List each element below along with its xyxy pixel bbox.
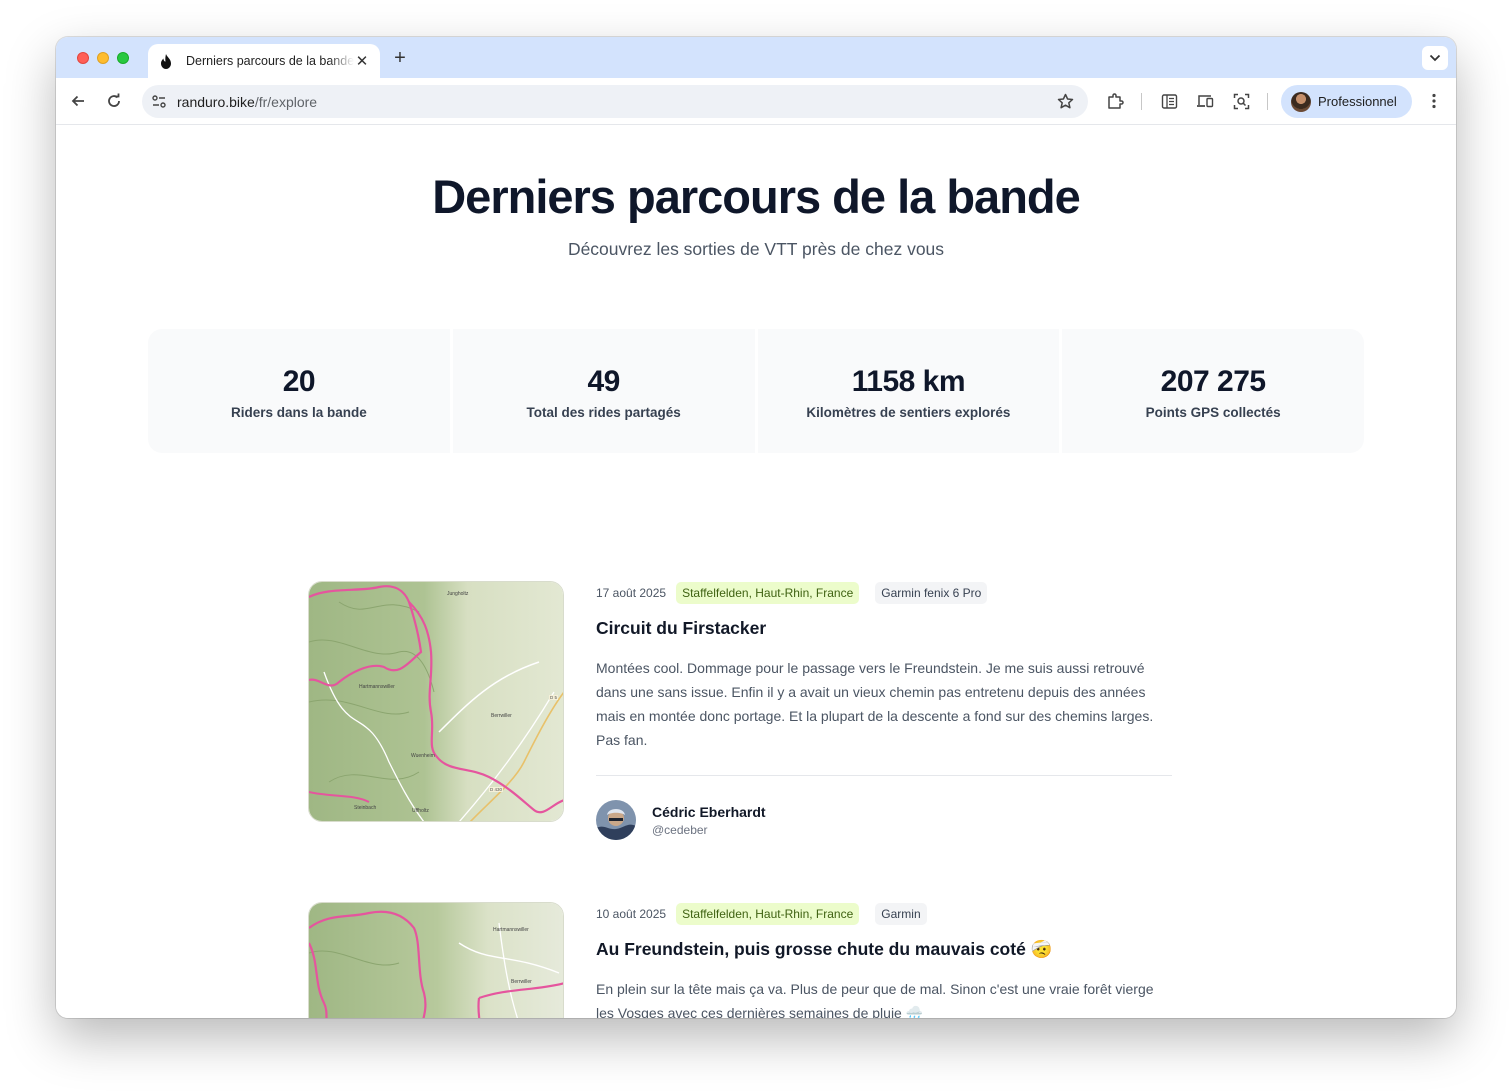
author-handle: @cedeber xyxy=(652,822,708,837)
stat-kilometers: 1158 km Kilomètres de sentiers explorés xyxy=(757,329,1060,453)
lens-button[interactable] xyxy=(1230,90,1252,112)
ride-date: 17 août 2025 xyxy=(596,586,667,600)
map-label: Wuenheim xyxy=(411,753,435,759)
stats-panel: 20 Riders dans la bande 49 Total des rid… xyxy=(148,329,1364,453)
url-host: randuro.bike xyxy=(177,93,255,110)
url-text: randuro.bike/fr/explore xyxy=(177,94,317,110)
map-label: Hartmannswiller xyxy=(359,684,395,690)
location-badge: Staffelfelden, Haut-Rhin, France xyxy=(676,582,860,604)
browser-menu-button[interactable] xyxy=(1423,90,1445,112)
avatar xyxy=(596,800,636,840)
reading-list-button[interactable] xyxy=(1158,90,1180,112)
stat-label: Points GPS collectés xyxy=(1145,404,1281,420)
toolbar-separator xyxy=(1141,93,1142,110)
stat-value: 1158 km xyxy=(851,364,966,398)
ride-map-thumbnail[interactable]: Hartmannswiller Berrwiller xyxy=(308,902,564,1018)
page-subtitle: Découvrez les sorties de VTT près de che… xyxy=(567,239,945,259)
puzzle-icon xyxy=(1108,93,1124,109)
ride-details: 10 août 2025 Staffelfelden, Haut-Rhin, F… xyxy=(596,902,1172,1018)
ride-meta: 10 août 2025 Staffelfelden, Haut-Rhin, F… xyxy=(596,902,1172,926)
close-tab-icon[interactable]: ✕ xyxy=(354,52,370,70)
map-label: Uffholtz xyxy=(412,808,429,814)
reload-icon xyxy=(108,93,120,107)
profile-avatar xyxy=(1291,91,1311,112)
reload-button[interactable] xyxy=(103,90,125,112)
ride-card[interactable]: Hartmannswiller Berrwiller 10 août 2025 … xyxy=(308,902,1172,1018)
window-controls xyxy=(77,52,129,64)
toolbar-separator xyxy=(1267,93,1268,110)
back-button[interactable] xyxy=(67,90,89,112)
chevron-down-icon xyxy=(1429,54,1441,62)
ride-author[interactable]: Cédric Eberhardt @cedeber xyxy=(596,800,1172,840)
author-info: Cédric Eberhardt @cedeber xyxy=(652,804,766,837)
ride-date: 10 août 2025 xyxy=(596,907,667,921)
stat-value: 207 275 xyxy=(1160,364,1266,398)
map-label: D 5 xyxy=(549,695,559,700)
url-path: /fr/explore xyxy=(254,93,318,110)
ride-description: Montées cool. Dommage pour le passage ve… xyxy=(596,660,1154,748)
map-label: Berrwiller xyxy=(511,979,532,985)
stat-riders: 20 Riders dans la bande xyxy=(148,329,450,453)
cast-button[interactable] xyxy=(1194,90,1216,112)
tab-search-button[interactable] xyxy=(1422,46,1448,70)
map-label: Berrwiller xyxy=(491,713,512,719)
stat-value: 49 xyxy=(587,364,620,398)
stat-gps-points: 207 275 Points GPS collectés xyxy=(1062,329,1364,453)
extensions-button[interactable] xyxy=(1104,90,1126,112)
ride-title[interactable]: Circuit du Firstacker xyxy=(596,618,1172,639)
device-badge: Garmin xyxy=(875,903,927,925)
map-label: Jungholtz xyxy=(447,591,469,597)
ride-meta: 17 août 2025 Staffelfelden, Haut-Rhin, F… xyxy=(596,581,1172,605)
map-label: Steinbach xyxy=(354,805,377,811)
browser-window: Derniers parcours de la bande ✕ + randur… xyxy=(56,37,1456,1018)
device-badge: Garmin fenix 6 Pro xyxy=(875,582,988,604)
maximize-window-button[interactable] xyxy=(117,52,129,64)
ride-card[interactable]: Jungholtz Hartmannswiller Berrwiller Wue… xyxy=(308,581,1172,840)
new-tab-button[interactable]: + xyxy=(390,47,410,70)
minimize-window-button[interactable] xyxy=(97,52,109,64)
stat-value: 20 xyxy=(282,364,316,398)
screenshot-search-icon xyxy=(1233,93,1249,109)
profile-button[interactable]: Professionnel xyxy=(1281,85,1412,118)
stat-label: Kilomètres de sentiers explorés xyxy=(806,404,1011,420)
ride-description: En plein sur la tête mais ça va. Plus de… xyxy=(596,981,1154,1018)
arrow-left-icon xyxy=(71,95,84,107)
ride-title[interactable]: Au Freundstein, puis grosse chute du mau… xyxy=(596,939,1172,960)
active-tab[interactable]: Derniers parcours de la bande ✕ xyxy=(148,44,380,78)
profile-name: Professionnel xyxy=(1318,94,1397,109)
more-vertical-icon xyxy=(1432,93,1436,109)
author-name: Cédric Eberhardt xyxy=(652,803,766,820)
tab-bar: Derniers parcours de la bande ✕ + xyxy=(56,37,1456,78)
browser-toolbar: randuro.bike/fr/explore Professionnel xyxy=(56,78,1456,125)
address-bar[interactable]: randuro.bike/fr/explore xyxy=(142,85,1088,118)
location-badge: Staffelfelden, Haut-Rhin, France xyxy=(676,903,860,925)
tab-title: Derniers parcours de la bande xyxy=(186,54,354,68)
bookmark-star-icon[interactable] xyxy=(1057,93,1074,115)
reading-list-icon xyxy=(1161,93,1177,109)
page-content: Derniers parcours de la bande Découvrez … xyxy=(56,125,1456,1018)
stat-label: Total des rides partagés xyxy=(526,404,681,420)
map-label: D 430 xyxy=(489,787,504,792)
ride-details: 17 août 2025 Staffelfelden, Haut-Rhin, F… xyxy=(596,581,1172,840)
stat-label: Riders dans la bande xyxy=(230,404,367,420)
ride-map-thumbnail[interactable]: Jungholtz Hartmannswiller Berrwiller Wue… xyxy=(308,581,564,822)
devices-icon xyxy=(1197,95,1214,108)
page-title: Derniers parcours de la bande xyxy=(432,170,1081,223)
stat-rides: 49 Total des rides partagés xyxy=(452,329,755,453)
map-label: Hartmannswiller xyxy=(493,927,529,933)
divider xyxy=(596,775,1172,776)
close-window-button[interactable] xyxy=(77,52,89,64)
site-settings-icon[interactable] xyxy=(151,94,167,110)
flame-icon xyxy=(158,53,174,69)
